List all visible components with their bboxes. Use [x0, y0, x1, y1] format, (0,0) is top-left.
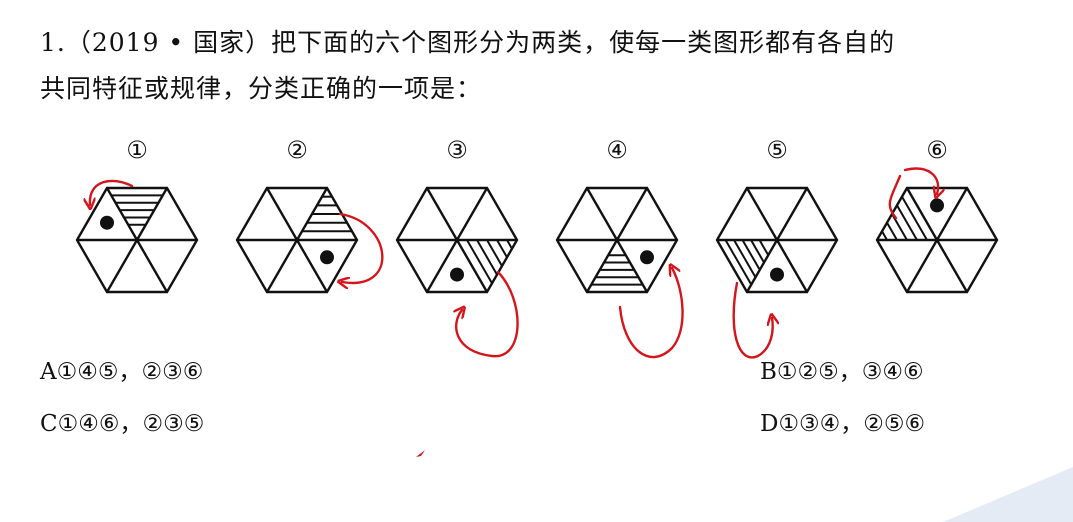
annotation-arrow-3	[456, 270, 519, 358]
black-dot-1	[100, 215, 114, 230]
annotation-arrow-6	[888, 167, 938, 220]
figure-label-2: ②	[286, 136, 308, 164]
hatch-line-6	[881, 230, 888, 241]
option-b[interactable]: B①②⑤，③④⑥	[760, 352, 924, 386]
black-dot-4	[640, 250, 654, 265]
hatch-line-6	[896, 204, 918, 241]
hatch-line-3	[506, 239, 513, 250]
hatch-line-3	[496, 239, 508, 258]
black-dot-3	[450, 267, 464, 282]
hatch-line-3	[476, 239, 498, 276]
black-dot-2	[320, 250, 334, 265]
figure-label-3: ③	[446, 136, 468, 164]
black-dot-6	[930, 198, 944, 213]
pen-cursor-icon	[416, 450, 425, 457]
figure-label-6: ⑥	[926, 136, 948, 164]
option-d[interactable]: D①③④，②⑤⑥	[760, 404, 925, 438]
hatch-line-5	[758, 239, 770, 256]
watermark-shape	[943, 467, 1073, 522]
hatch-line-6	[886, 222, 898, 241]
figure-label-5: ⑤	[766, 136, 788, 164]
figure-label-4: ④	[606, 136, 628, 164]
figure-panel: ① ② ③ ④ ⑤ ⑥	[75, 136, 999, 457]
annotation-arrow-4	[618, 268, 684, 359]
option-c[interactable]: C①④⑥，②③⑤	[40, 404, 204, 438]
option-a[interactable]: A①④⑤，②③⑥	[40, 352, 203, 386]
black-dot-5	[770, 267, 784, 282]
annotation-arrow-2	[340, 212, 384, 283]
annotation-arrow-5	[732, 281, 773, 359]
figure-label-1: ①	[126, 136, 148, 164]
hatch-line-5	[741, 239, 761, 271]
